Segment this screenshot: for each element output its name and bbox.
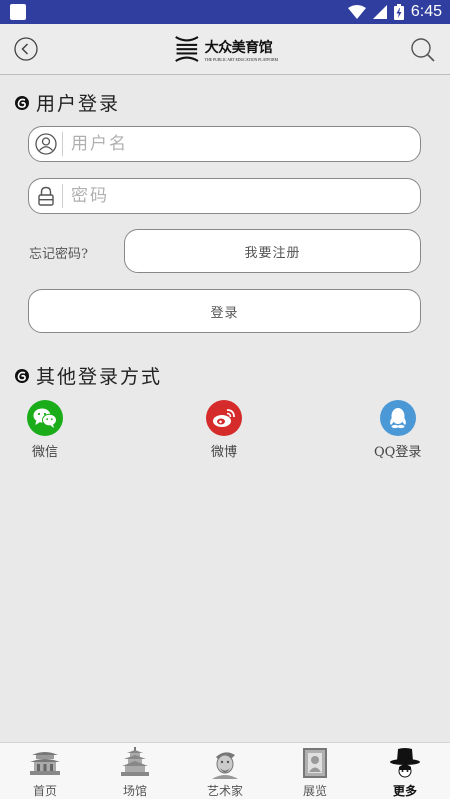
nav-label-more: 更多 — [392, 784, 417, 798]
status-time: 6:45 — [410, 3, 442, 20]
qq-label: QQ登录 — [374, 445, 422, 460]
battery-icon — [393, 4, 404, 20]
password-field[interactable] — [28, 178, 421, 214]
weibo-login-button[interactable]: 微博 — [206, 400, 242, 460]
nav-item-more[interactable]: 更多 — [360, 743, 450, 799]
field-divider — [62, 132, 63, 156]
top-hat-icon — [390, 748, 420, 778]
search-button[interactable] — [410, 37, 436, 63]
painting-frame-icon — [303, 748, 327, 778]
logo-mark-icon — [175, 36, 199, 62]
bottom-nav: 首页 场馆 艺术家 展览 更多 — [0, 742, 450, 799]
qq-login-button[interactable]: QQ登录 — [374, 400, 421, 460]
signal-icon — [372, 5, 387, 19]
qq-icon — [379, 400, 416, 436]
other-login-title: 其他登录方式 — [36, 366, 163, 388]
nav-label-artists: 艺术家 — [206, 784, 243, 798]
login-section-title: 用户登录 — [14, 89, 120, 116]
weibo-label: 微博 — [210, 445, 237, 460]
search-icon — [411, 38, 435, 62]
lock-icon — [38, 186, 54, 206]
app-logo: 大众美育馆 THE PUBLIC ART EDUCATION PLATFORM — [174, 30, 278, 68]
nav-item-exhibitions[interactable]: 展览 — [270, 743, 360, 799]
nav-item-venues[interactable]: 场馆 — [90, 743, 180, 799]
other-login-section-title: 其他登录方式 — [14, 362, 162, 389]
forgot-password-link[interactable]: 忘记密码? — [29, 243, 88, 262]
pagoda-icon — [121, 747, 149, 776]
logo-text: 大众美育馆 THE PUBLIC ART EDUCATION PLATFORM — [205, 37, 278, 62]
back-circle-icon — [14, 37, 38, 61]
app-header: 大众美育馆 THE PUBLIC ART EDUCATION PLATFORM — [0, 24, 450, 75]
wifi-icon — [347, 5, 366, 19]
username-input[interactable] — [71, 134, 391, 154]
temple-icon — [30, 752, 60, 775]
nav-item-artists[interactable]: 艺术家 — [180, 743, 270, 799]
app-notification-icon — [10, 4, 26, 20]
login-button[interactable]: 登录 — [28, 289, 421, 333]
status-bar: 6:45 — [0, 0, 450, 24]
nav-label-venues: 场馆 — [122, 784, 147, 798]
register-button[interactable]: 我要注册 — [124, 229, 421, 273]
nav-label-home: 首页 — [32, 784, 57, 798]
nav-label-exhibitions: 展览 — [302, 784, 327, 798]
password-input[interactable] — [71, 186, 391, 206]
wechat-login-button[interactable]: 微信 — [27, 400, 63, 460]
swirl-icon — [15, 368, 29, 383]
nav-item-home[interactable]: 首页 — [0, 743, 90, 799]
login-title: 用户登录 — [36, 93, 121, 115]
user-icon — [35, 133, 57, 155]
wechat-icon — [27, 400, 63, 436]
status-right: 6:45 — [347, 3, 442, 21]
weibo-icon — [206, 400, 242, 436]
logo-title: 大众美育馆 — [204, 39, 273, 56]
logo-subtitle: THE PUBLIC ART EDUCATION PLATFORM — [204, 57, 278, 62]
back-button[interactable] — [14, 37, 38, 61]
artist-icon — [212, 752, 238, 779]
wechat-label: 微信 — [31, 445, 58, 460]
username-field[interactable] — [28, 126, 421, 162]
swirl-icon — [15, 95, 29, 110]
status-left — [10, 4, 26, 20]
field-divider — [62, 184, 63, 208]
